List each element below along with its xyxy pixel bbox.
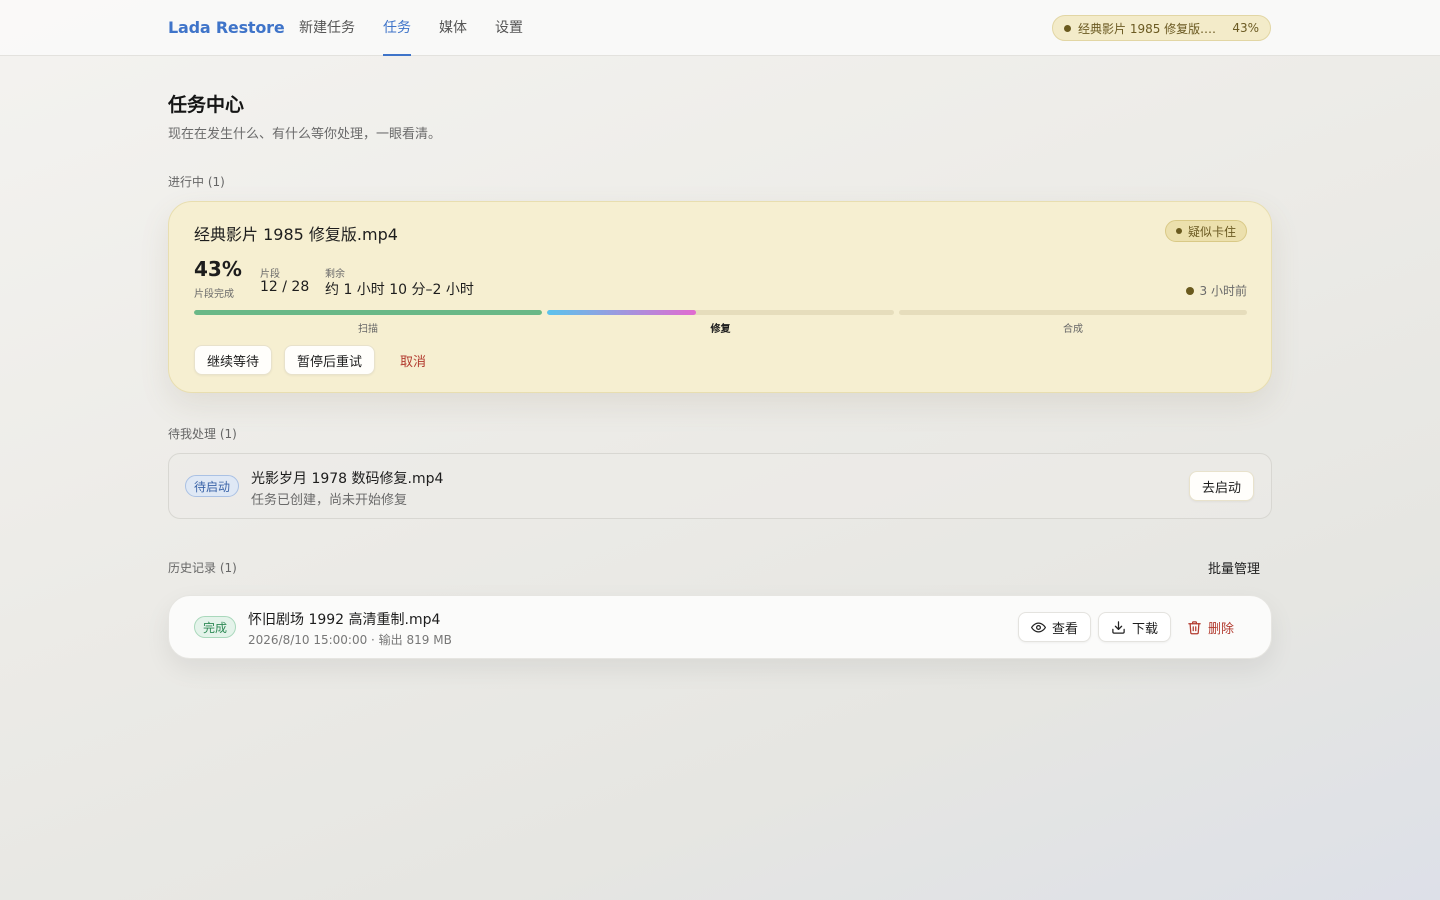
history-item-meta: 2026/8/10 15:00:00 · 输出 819 MB (248, 633, 452, 647)
nav-media[interactable]: 媒体 (439, 0, 467, 56)
stage-label-scan: 扫描 (358, 324, 378, 335)
download-icon (1112, 620, 1125, 634)
clock-dot-icon (1185, 286, 1194, 295)
running-section-label: 进行中 (1) (168, 175, 225, 189)
continue-waiting-button[interactable]: 继续等待 (194, 345, 273, 375)
pending-section-label: 待我处理 (1) (168, 427, 237, 441)
segments-caption: 片段 (260, 269, 280, 280)
last-update-text: 3 小时前 (1199, 284, 1247, 298)
main-nav: 新建任务 任务 媒体 设置 (299, 0, 523, 56)
trash-icon (1188, 620, 1201, 634)
nav-tasks[interactable]: 任务 (383, 0, 411, 56)
nav-settings[interactable]: 设置 (495, 0, 523, 56)
delete-button-label: 删除 (1208, 621, 1235, 637)
page-subtitle: 现在在发生什么、有什么等你处理，一眼看清。 (168, 127, 442, 142)
start-task-button[interactable]: 去启动 (1188, 471, 1254, 501)
progress-percent-caption: 片段完成 (194, 289, 234, 300)
pending-task-subtitle: 任务已创建，尚未开始修复 (251, 493, 408, 508)
segments-value: 12 / 28 (260, 279, 310, 295)
stuck-badge: 疑似卡住 (1164, 220, 1247, 242)
remaining-value: 约 1 小时 10 分–2 小时 (325, 282, 474, 298)
active-task-name: 经典影片 1985 修复版.m... (1078, 21, 1226, 36)
view-button[interactable]: 查看 (1018, 612, 1092, 642)
pending-task-title: 光影岁月 1978 数码修复.mp4 (251, 471, 444, 487)
stage-label-compose: 合成 (1063, 324, 1083, 335)
nav-new-task[interactable]: 新建任务 (299, 0, 355, 56)
pending-task-card: 待启动 光影岁月 1978 数码修复.mp4 任务已创建，尚未开始修复 去启动 (168, 453, 1272, 519)
batch-manage-button[interactable]: 批量管理 (1208, 558, 1260, 577)
download-button[interactable]: 下载 (1098, 612, 1172, 642)
running-task-title: 经典影片 1985 修复版.mp4 (194, 225, 398, 244)
running-task-card: 经典影片 1985 修复版.mp4 疑似卡住 43% 片段完成 片段 12 / … (168, 201, 1272, 393)
stage-bar-scan-fill (194, 310, 542, 315)
stage-bar-scan (194, 310, 542, 315)
warning-dot-icon (1175, 228, 1182, 234)
active-task-percent: 43% (1232, 21, 1259, 35)
page-title: 任务中心 (168, 94, 245, 116)
progress-percent: 43% (194, 257, 242, 281)
last-update: 3 小时前 (1185, 282, 1247, 299)
stage-bar-repair (547, 310, 894, 315)
stage-bar-compose (899, 310, 1247, 315)
history-section-label: 历史记录 (1) (168, 561, 237, 575)
eye-icon (1031, 622, 1046, 632)
top-bar: Lada Restore 新建任务 任务 媒体 设置 经典影片 1985 修复版… (0, 0, 1440, 56)
status-dot-icon (1064, 24, 1071, 32)
cancel-button[interactable]: 取消 (400, 345, 426, 375)
remaining-caption: 剩余 (325, 269, 345, 280)
pending-status-badge: 待启动 (185, 475, 240, 497)
pause-retry-button[interactable]: 暂停后重试 (284, 345, 376, 375)
stage-bar-repair-fill (547, 310, 697, 315)
download-button-label: 下载 (1132, 621, 1159, 637)
view-button-label: 查看 (1052, 621, 1079, 637)
stuck-badge-label: 疑似卡住 (1187, 224, 1236, 239)
done-status-badge: 完成 (194, 616, 237, 638)
active-task-pill[interactable]: 经典影片 1985 修复版.m... 43% (1052, 15, 1271, 41)
brand-logo[interactable]: Lada Restore (168, 18, 285, 37)
history-item-title: 怀旧剧场 1992 高清重制.mp4 (248, 612, 441, 628)
stage-label-repair: 修复 (710, 324, 731, 335)
history-item: 完成 怀旧剧场 1992 高清重制.mp4 2026/8/10 15:00:00… (168, 595, 1272, 659)
delete-button[interactable]: 删除 (1187, 612, 1234, 642)
